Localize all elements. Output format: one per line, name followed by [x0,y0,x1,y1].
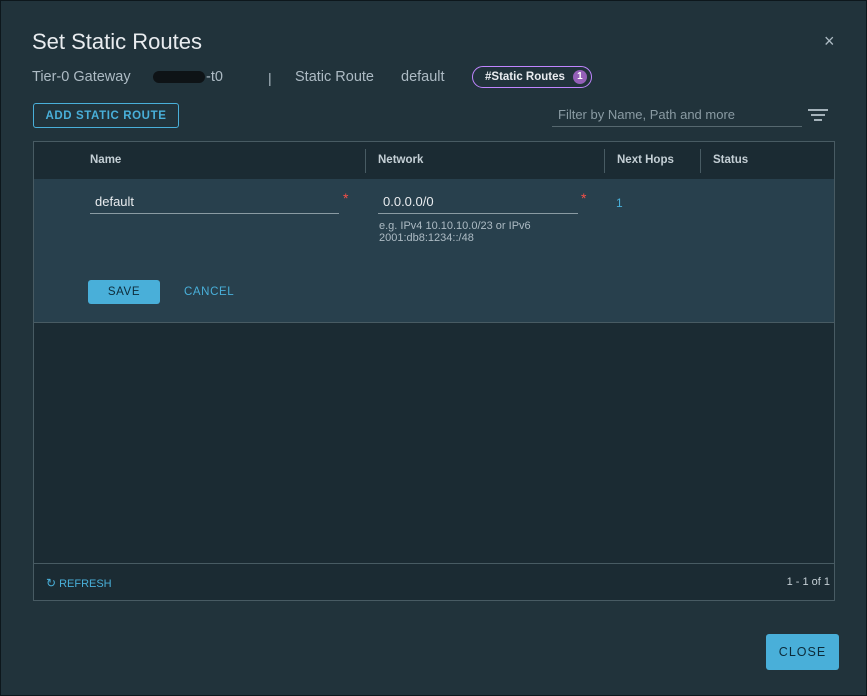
section-label: Static Route [295,69,374,85]
save-button[interactable]: SAVE [88,280,160,304]
network-input[interactable] [378,190,578,214]
column-network[interactable]: Network [378,154,423,166]
close-icon[interactable]: × [824,32,836,50]
network-hint: e.g. IPv4 10.10.10.0/23 or IPv6 2001:db8… [379,220,531,244]
gateway-name-suffix: -t0 [206,69,223,85]
close-button[interactable]: CLOSE [766,634,839,670]
static-routes-badge[interactable]: #Static Routes 1 [472,66,592,88]
static-routes-grid: Name Network Next Hops Status * * e.g. I… [33,141,835,601]
required-indicator: * [343,190,349,206]
set-static-routes-dialog: Set Static Routes × Tier-0 Gateway -t0 |… [0,0,867,696]
route-name: default [401,69,445,85]
column-separator[interactable] [700,149,701,173]
next-hops-link[interactable]: 1 [616,196,623,210]
static-routes-badge-label: #Static Routes [485,71,565,83]
column-name[interactable]: Name [90,154,121,166]
refresh-icon: ↻ [46,576,57,590]
add-static-route-button[interactable]: ADD STATIC ROUTE [33,103,179,128]
column-separator[interactable] [604,149,605,173]
dialog-title: Set Static Routes [32,29,202,54]
subheader-separator: | [268,70,272,86]
pagination-info: 1 - 1 of 1 [786,576,830,588]
column-separator[interactable] [365,149,366,173]
filter-icon[interactable] [807,109,829,123]
required-indicator: * [581,190,587,206]
cancel-button[interactable]: CANCEL [184,280,234,304]
redacted-gateway-name [153,71,205,83]
grid-header: Name Network Next Hops Status [34,142,834,180]
grid-footer: ↻ REFRESH 1 - 1 of 1 [34,563,834,600]
gateway-label: Tier-0 Gateway [32,69,131,85]
edit-route-row: * * e.g. IPv4 10.10.10.0/23 or IPv6 2001… [34,179,834,323]
filter-input[interactable] [552,103,802,127]
route-name-input[interactable] [90,190,339,214]
refresh-label: REFRESH [59,578,112,590]
column-next-hops[interactable]: Next Hops [617,154,674,166]
static-routes-count: 1 [572,70,587,84]
column-status[interactable]: Status [713,154,748,166]
refresh-button[interactable]: ↻ REFRESH [46,576,112,590]
